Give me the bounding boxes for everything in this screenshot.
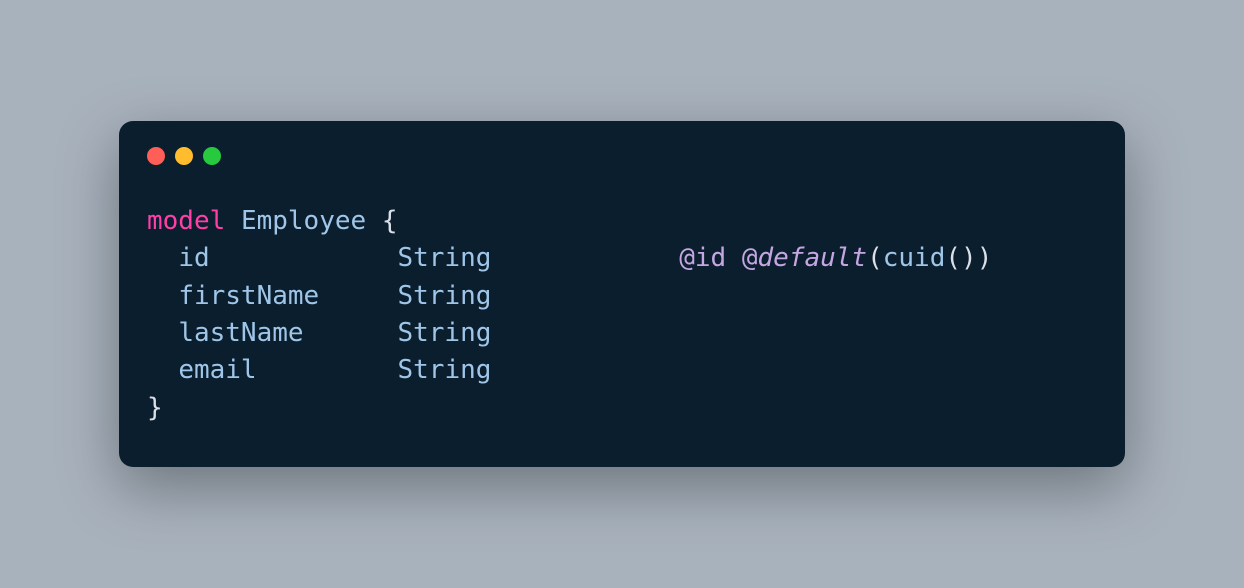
code-block: model Employee { id String @id @default(… — [147, 203, 1097, 428]
paren-close2: ) — [961, 243, 977, 273]
indent — [147, 281, 178, 311]
func-cuid: cuid — [883, 243, 946, 273]
paren-open: ( — [867, 243, 883, 273]
field-name: email — [178, 355, 256, 385]
window-traffic-lights — [147, 147, 1097, 165]
brace-open: { — [382, 206, 398, 236]
attr-default: default — [758, 243, 868, 273]
paren-open2: ( — [945, 243, 961, 273]
brace-close: } — [147, 393, 163, 423]
field-name: id — [178, 243, 209, 273]
pad — [257, 355, 398, 385]
indent — [147, 318, 178, 348]
field-name: firstName — [178, 281, 319, 311]
keyword-model: model — [147, 206, 225, 236]
close-icon[interactable] — [147, 147, 165, 165]
paren-close: ) — [977, 243, 993, 273]
field-type: String — [397, 243, 491, 273]
model-name: Employee — [241, 206, 366, 236]
field-name: lastName — [178, 318, 303, 348]
field-type: String — [397, 355, 491, 385]
attr-at: @ — [742, 243, 758, 273]
field-type: String — [397, 281, 491, 311]
attr-id: @id — [679, 243, 726, 273]
indent — [147, 243, 178, 273]
maximize-icon[interactable] — [203, 147, 221, 165]
indent — [147, 355, 178, 385]
pad — [210, 243, 398, 273]
field-type: String — [397, 318, 491, 348]
pad2 — [491, 243, 679, 273]
pad — [319, 281, 397, 311]
minimize-icon[interactable] — [175, 147, 193, 165]
code-window: model Employee { id String @id @default(… — [119, 121, 1125, 468]
pad — [304, 318, 398, 348]
